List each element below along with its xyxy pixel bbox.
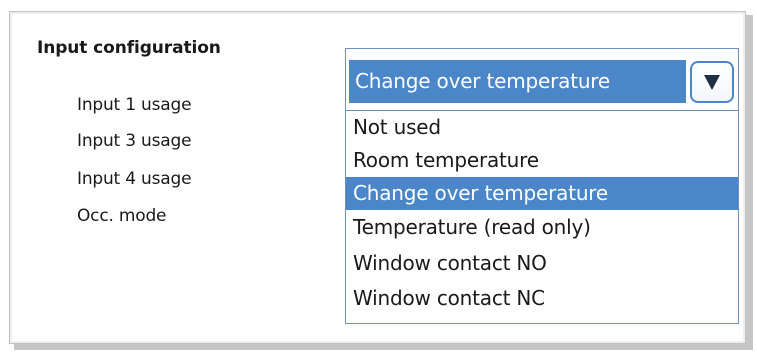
panel-shadow [14,344,753,350]
dropdown-toggle-button[interactable] [690,61,734,103]
dropdown-option-room-temperature[interactable]: Room temperature [346,144,738,177]
dropdown-option-temperature-read-only[interactable]: Temperature (read only) [346,211,738,244]
input-1-usage-label: Input 1 usage [77,95,192,115]
input-4-usage-label: Input 4 usage [77,169,192,189]
dropdown-option-window-contact-nc[interactable]: Window contact NC [346,282,738,315]
panel-shadow [746,15,753,349]
panel-title: Input configuration [37,38,221,58]
triangle-down-icon [704,75,720,90]
dropdown-option-change-over-temperature[interactable]: Change over temperature [346,177,738,210]
dropdown-selected-value[interactable]: Change over temperature [349,60,686,103]
dropdown-option-not-used[interactable]: Not used [346,111,738,144]
input-3-usage-label: Input 3 usage [77,131,192,151]
dropdown-option-window-contact-no[interactable]: Window contact NO [346,247,738,280]
occ-mode-label: Occ. mode [77,206,167,226]
